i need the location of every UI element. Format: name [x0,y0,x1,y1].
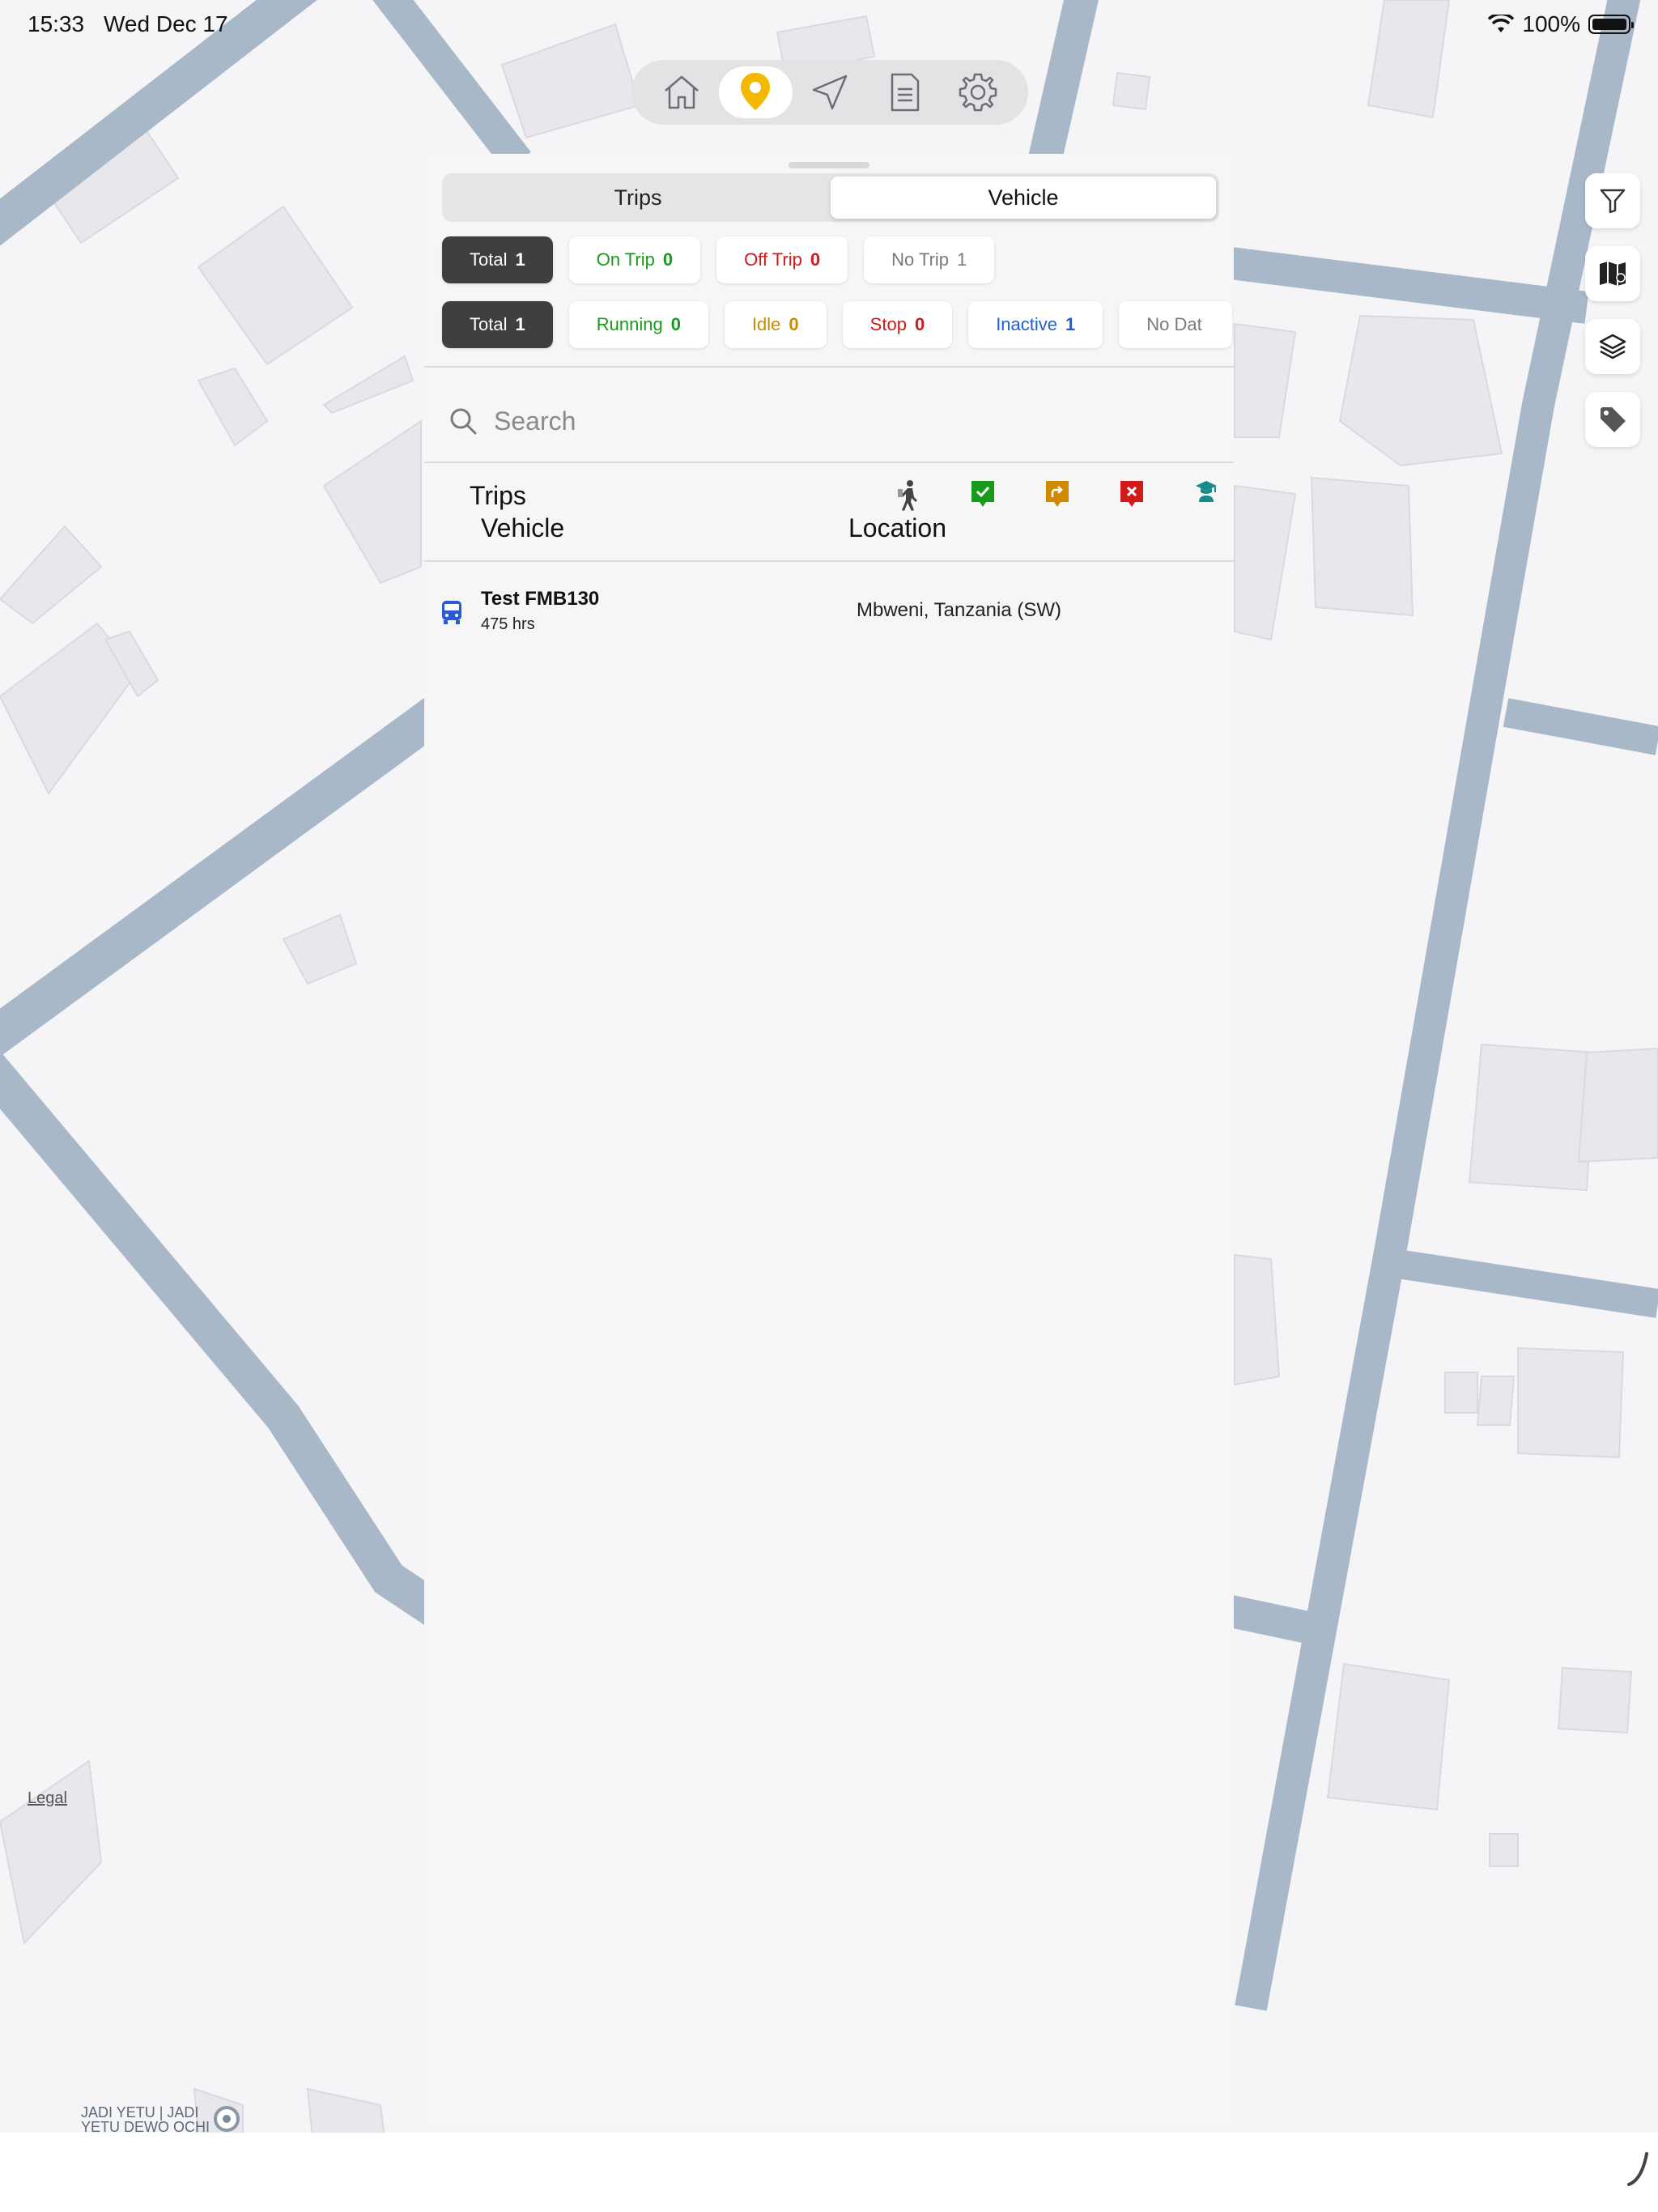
battery-icon [1588,15,1634,34]
chip-label: Stop [869,314,907,334]
chip-count: 0 [662,249,674,270]
wifi-icon [1488,15,1515,32]
trip-filter-on-trip[interactable]: On Trip 0 [568,236,701,283]
vehicle-filter-inactive[interactable]: Inactive 1 [968,301,1103,348]
home-icon [664,75,699,109]
trip-filter-row: Total 1 On Trip 0 Off Trip 0 No Trip 1 [442,236,995,283]
map-icon [1600,262,1626,286]
table-row[interactable]: Test FMB130 475 hrs Mbweni, Tanzania (SW… [424,583,1234,640]
chip-label: Off Trip [744,249,802,270]
column-header-location: Location [848,513,946,542]
forward-arrow-badge-icon [1020,479,1095,512]
status-legend-icons [871,479,1244,512]
chip-label: No Trip [891,249,950,270]
chip-count: 1 [515,314,525,334]
column-header-vehicle: Vehicle [481,513,565,542]
cross-badge-icon [1095,479,1169,512]
chip-count: 1 [1065,314,1076,334]
column-header-trips: Trips [470,481,526,510]
chip-count: 0 [914,314,925,334]
divider [424,560,1234,562]
chip-count: 1 [957,249,967,270]
chip-label: No Dat [1146,314,1202,334]
status-bar: 15:33 Wed Dec 17 100% [0,0,1658,52]
chip-count: 0 [670,314,681,334]
vehicle-hours: 475 hrs [481,615,535,633]
tag-icon [1601,407,1626,432]
vehicle-filter-stop[interactable]: Stop 0 [842,301,953,348]
filter-icon [1600,189,1626,214]
vehicle-name: Test FMB130 [481,588,600,610]
chip-count: 0 [789,314,799,334]
chip-label: Running [596,314,663,334]
vehicle-filter-running[interactable]: Running 0 [568,301,708,348]
navigation-arrow-icon [812,74,848,110]
filter-button[interactable] [1585,173,1640,228]
layers-icon [1599,334,1626,359]
trip-filter-off-trip[interactable]: Off Trip 0 [716,236,848,283]
gear-icon [959,73,997,112]
vehicle-filter-no-data[interactable]: No Dat [1119,301,1233,348]
vehicle-filter-idle[interactable]: Idle 0 [724,301,827,348]
segment-trips[interactable]: Trips [445,177,831,219]
search-bar [449,397,1062,445]
nav-map-button[interactable] [718,66,793,118]
chip-count: 1 [515,249,525,270]
pencil-stroke-icon [1627,2152,1648,2186]
panel-grabber[interactable] [789,162,869,168]
map-type-button[interactable] [1585,246,1640,301]
trips-vehicle-segment: Trips Vehicle [442,173,1219,222]
search-input[interactable] [492,405,1062,437]
graduate-icon [1169,479,1244,512]
battery-percent: 100% [1522,11,1580,36]
bottom-bar [0,2133,1658,2212]
status-time: 15:33 [28,11,85,36]
status-date: Wed Dec 17 [104,11,228,36]
legal-link[interactable]: Legal [28,1789,67,1808]
nav-navigate-button[interactable] [793,66,867,118]
status-right: 100% [1488,11,1634,37]
walking-person-icon [871,479,946,512]
checkmark-badge-icon [946,479,1020,512]
tag-button[interactable] [1585,392,1640,447]
vehicle-filter-total[interactable]: Total 1 [442,301,553,348]
bus-icon [442,601,461,624]
divider [424,462,1234,463]
chip-label: Idle [751,314,781,334]
nav-settings-button[interactable] [941,66,1015,118]
layers-button[interactable] [1585,319,1640,374]
trip-filter-no-trip[interactable]: No Trip 1 [864,236,995,283]
chip-label: Total [470,314,508,334]
vehicle-list-panel: Trips Vehicle Total 1 On Trip 0 Off Trip… [424,154,1234,2129]
segment-vehicle[interactable]: Vehicle [831,177,1216,219]
chip-count: 0 [810,249,821,270]
top-navigation [631,60,1028,125]
nav-home-button[interactable] [644,66,719,118]
document-icon [891,73,919,112]
chip-label: Inactive [996,314,1058,334]
location-pin-icon [741,73,771,110]
poi-label: JADI YETU | JADI YETU DEWO OCHI [81,2105,210,2134]
divider [424,366,1234,368]
vehicle-location: Mbweni, Tanzania (SW) [857,599,1061,621]
vehicle-filter-row: Total 1 Running 0 Idle 0 Stop 0 Inactive… [442,301,1233,348]
trip-filter-total[interactable]: Total 1 [442,236,553,283]
nav-reports-button[interactable] [867,66,942,118]
search-icon [450,408,477,435]
chip-label: On Trip [596,249,655,270]
chip-label: Total [470,249,508,270]
poi-label-line: JADI YETU | JADI [81,2104,199,2121]
